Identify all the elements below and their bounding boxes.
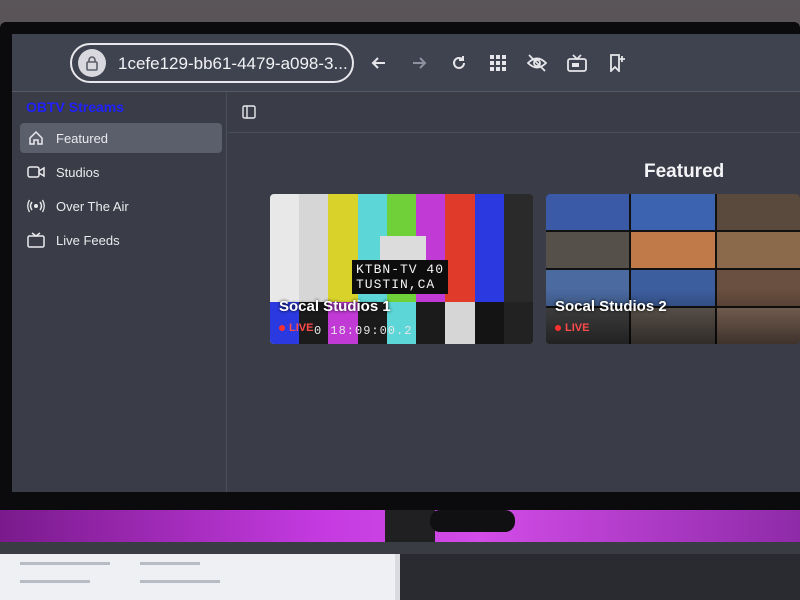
section-title: Featured [644, 161, 725, 182]
station-id: KTBN-TV 40 TUSTIN,CA [352, 260, 449, 294]
live-dot-icon [555, 325, 561, 331]
sidebar-item-label: Studios [56, 164, 100, 180]
eye-off-icon[interactable] [524, 50, 550, 76]
live-dot-icon [279, 325, 285, 331]
card-title: Socal Studios 2 [555, 298, 667, 315]
sidebar: OBTV Streams Featured Studios Over The A… [12, 93, 227, 492]
station-id-line1: KTBN-TV 40 [356, 262, 445, 277]
main-header [228, 93, 800, 133]
stream-card-socal-studios-1[interactable]: KTBN-TV 40 TUSTIN,CA 0 18:09:00.2 Socal … [270, 194, 533, 344]
live-label: LIVE [289, 322, 314, 334]
address-bar[interactable]: 1cefe129-bb61-4479-a098-3... [70, 43, 354, 83]
sidebar-item-over-the-air[interactable]: Over The Air [20, 191, 222, 221]
reload-icon[interactable] [446, 50, 472, 76]
browser-window: 1cefe129-bb61-4479-a098-3... OBTV Stream… [12, 34, 800, 492]
home-icon [22, 130, 50, 146]
station-id-line2: TUSTIN,CA [356, 277, 436, 292]
url-text: 1cefe129-bb61-4479-a098-3... [118, 54, 348, 73]
grid-icon[interactable] [485, 50, 511, 76]
main-content: Featured KTBN-TV 40 TUSTIN,CA 0 18:09:00… [228, 93, 800, 492]
grey-box [380, 236, 426, 260]
timecode: 0 18:09:00.2 [314, 324, 413, 338]
back-icon[interactable] [366, 50, 392, 76]
lower-monitor [0, 542, 800, 600]
card-title: Socal Studios 1 [279, 298, 391, 315]
tv-icon[interactable] [564, 50, 590, 76]
live-badge: LIVE [279, 322, 313, 334]
sidebar-toggle-icon[interactable] [242, 105, 256, 124]
sidebar-item-label: Live Feeds [56, 232, 120, 248]
forward-icon[interactable] [406, 50, 432, 76]
stream-card-socal-studios-2[interactable]: Socal Studios 2 LIVE [546, 194, 800, 344]
sidebar-item-label: Over The Air [56, 198, 129, 214]
broadcast-icon [22, 199, 50, 213]
bookmark-add-icon[interactable] [604, 50, 630, 76]
live-badge: LIVE [555, 322, 589, 334]
sidebar-item-live-feeds[interactable]: Live Feeds [20, 225, 222, 255]
app-title: OBTV Streams [26, 99, 125, 115]
webcam [430, 510, 515, 532]
lock-icon[interactable] [78, 49, 106, 77]
monitor-stand [385, 505, 435, 545]
sidebar-item-studios[interactable]: Studios [20, 157, 222, 187]
sidebar-item-label: Featured [56, 130, 109, 146]
tv-icon [22, 232, 50, 248]
sidebar-item-featured[interactable]: Featured [20, 123, 222, 153]
video-icon [22, 165, 50, 179]
browser-toolbar: 1cefe129-bb61-4479-a098-3... [12, 34, 800, 92]
live-label: LIVE [565, 322, 590, 334]
